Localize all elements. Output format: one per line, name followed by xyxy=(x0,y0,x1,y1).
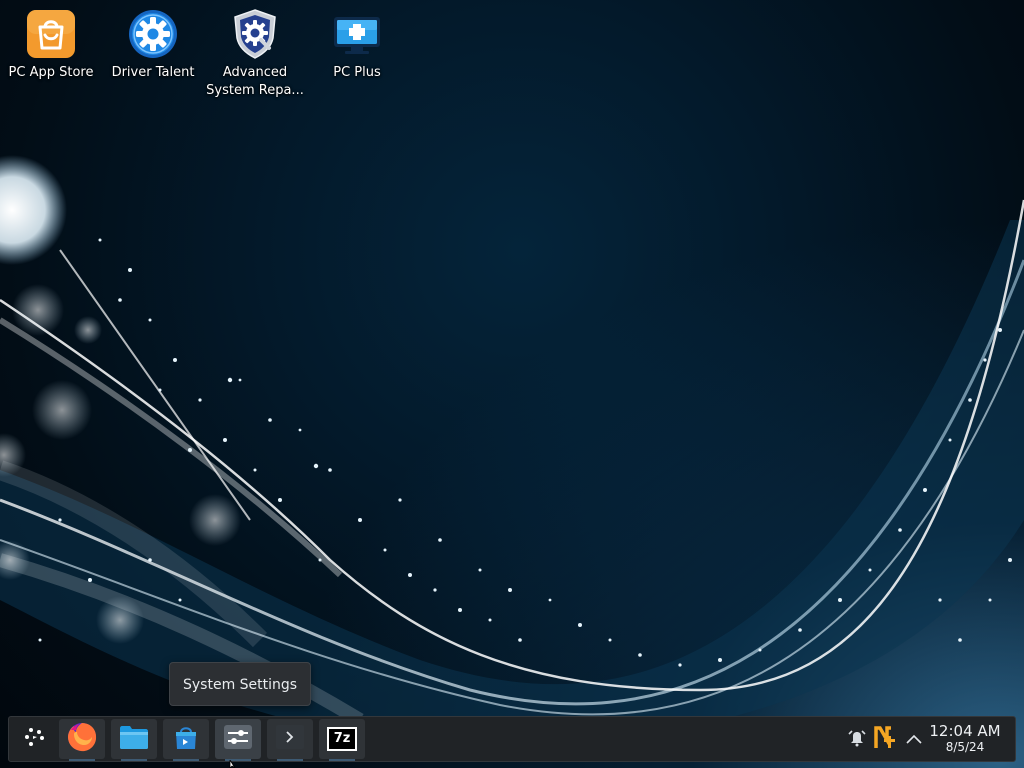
clock-date: 8/5/24 xyxy=(945,740,985,754)
terminal-taskbar-button[interactable] xyxy=(267,719,313,761)
desktop-icons: PC App Store Driver Talent Advanced Syst… xyxy=(0,0,420,110)
store-bag-icon xyxy=(172,723,200,755)
monitor-plus-icon xyxy=(331,8,383,60)
firefox-icon xyxy=(65,720,99,758)
tooltip: System Settings xyxy=(169,662,312,706)
shopping-bag-icon xyxy=(25,8,77,60)
alarm-icon xyxy=(847,727,867,751)
wallpaper-art xyxy=(0,155,1024,745)
desktop-icon-label: PC App Store xyxy=(8,65,94,80)
application-launcher-button[interactable] xyxy=(12,719,58,759)
desktop-icon-driver-talent[interactable]: Driver Talent xyxy=(103,4,203,82)
desktop-icon-label: Driver Talent xyxy=(111,65,195,80)
desktop-icon-pc-plus[interactable]: PC Plus xyxy=(307,4,407,82)
taskbar: 7z 12:04 AM 8/5/24 xyxy=(8,716,1016,762)
file-manager-taskbar-button[interactable] xyxy=(111,719,157,761)
settings-sliders-icon xyxy=(223,724,253,754)
digital-clock[interactable]: 12:04 AM 8/5/24 xyxy=(927,722,1003,754)
chevron-up-icon xyxy=(905,730,923,749)
clock-time: 12:04 AM xyxy=(929,722,1001,740)
shield-gear-icon xyxy=(229,8,281,60)
launcher-icon xyxy=(22,724,48,754)
terminal-icon xyxy=(275,724,305,754)
gear-icon xyxy=(127,8,179,60)
firefox-taskbar-button[interactable] xyxy=(59,719,105,761)
tray-expand-button[interactable] xyxy=(902,725,926,753)
update-notifier-icon xyxy=(873,724,897,754)
desktop-icon-label-line1: Advanced xyxy=(222,65,288,80)
folder-icon xyxy=(118,723,150,755)
7zip-taskbar-button[interactable]: 7z xyxy=(319,719,365,761)
tray-update-notifier[interactable] xyxy=(873,725,897,753)
desktop[interactable]: PC App Store Driver Talent Advanced Syst… xyxy=(0,0,1024,768)
desktop-icon-pc-app-store[interactable]: PC App Store xyxy=(1,4,101,82)
discover-taskbar-button[interactable] xyxy=(163,719,209,761)
7z-icon-label: 7z xyxy=(333,731,351,746)
desktop-icon-label-line2: System Repa... xyxy=(206,83,304,98)
system-settings-taskbar-button[interactable] xyxy=(215,719,261,761)
7z-icon: 7z xyxy=(327,727,357,751)
mouse-cursor-icon xyxy=(229,760,236,768)
desktop-icon-advanced-system-repair[interactable]: Advanced System Repa... xyxy=(205,4,305,100)
desktop-icon-label: PC Plus xyxy=(333,65,381,80)
tray-alarm[interactable] xyxy=(845,725,869,753)
